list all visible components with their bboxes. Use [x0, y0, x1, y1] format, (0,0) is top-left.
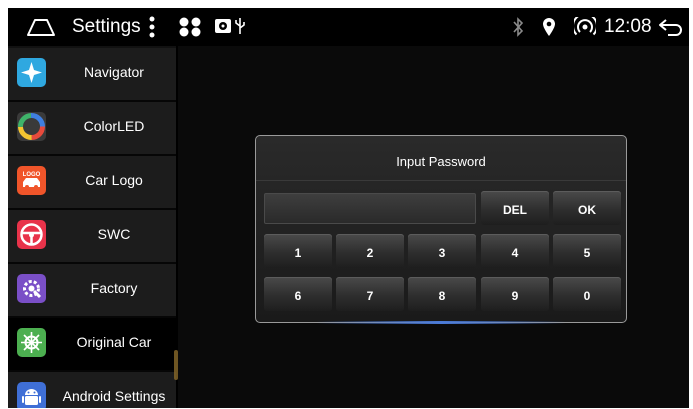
location-icon — [542, 17, 556, 42]
more-vert-icon[interactable] — [148, 16, 156, 43]
sidebar-item-label: Car Logo — [85, 172, 143, 188]
svg-text:LOGO: LOGO — [23, 172, 41, 178]
radio-icon — [214, 17, 232, 40]
key-7[interactable]: 7 — [336, 277, 404, 311]
key-2[interactable]: 2 — [336, 234, 404, 268]
sidebar-item-colorled[interactable]: ColorLED — [8, 102, 176, 156]
sidebar-item-label: Original Car — [76, 334, 152, 350]
clock: 12:08 — [604, 16, 652, 37]
key-5[interactable]: 5 — [553, 234, 621, 268]
dialog-glow — [316, 321, 566, 324]
color-wheel-icon — [17, 112, 46, 141]
sidebar-item-label: Factory — [90, 280, 138, 296]
usb-icon — [234, 17, 246, 40]
original-car-icon — [17, 328, 46, 357]
status-bar: Settings 12:08 — [8, 8, 689, 46]
bluetooth-icon — [511, 17, 525, 42]
sidebar-item-navigator[interactable]: Navigator — [8, 48, 176, 102]
sidebar-item-label: Android Settings — [62, 388, 166, 404]
sidebar-item-original-car[interactable]: Original Car — [8, 318, 176, 372]
sidebar-item-factory[interactable]: Factory — [8, 264, 176, 318]
key-3[interactable]: 3 — [408, 234, 476, 268]
del-key[interactable]: DEL — [481, 191, 549, 225]
sidebar-item-label: ColorLED — [83, 118, 145, 134]
compass-icon — [17, 58, 46, 87]
sidebar-item-car-logo[interactable]: LOGO Car Logo — [8, 156, 176, 210]
app-switch-icon[interactable] — [178, 17, 202, 42]
key-4[interactable]: 4 — [481, 234, 549, 268]
home-icon[interactable] — [26, 17, 56, 42]
key-1[interactable]: 1 — [264, 234, 332, 268]
screen: Settings 12:08 Navigator ColorLED LOGO C… — [8, 8, 689, 408]
factory-gear-icon — [17, 274, 46, 303]
car-logo-icon: LOGO — [17, 166, 46, 195]
key-8[interactable]: 8 — [408, 277, 476, 311]
sidebar: Navigator ColorLED LOGO Car Logo SWC Fac… — [8, 46, 178, 408]
key-0[interactable]: 0 — [553, 277, 621, 311]
sidebar-item-swc[interactable]: SWC — [8, 210, 176, 264]
sidebar-item-android-settings[interactable]: Android Settings — [8, 372, 176, 408]
sidebar-item-label: Navigator — [84, 64, 144, 80]
password-field[interactable] — [264, 193, 476, 224]
dialog-title: Input Password — [396, 154, 486, 169]
back-icon[interactable] — [658, 17, 684, 42]
page-title: Settings — [72, 16, 141, 37]
dialog-divider — [256, 180, 626, 181]
sidebar-item-label: SWC — [97, 226, 131, 242]
hotspot-icon — [572, 13, 598, 42]
password-dialog: Input Password DEL OK 1 2 3 4 5 6 7 8 9 … — [255, 135, 627, 324]
key-9[interactable]: 9 — [481, 277, 549, 311]
android-icon — [17, 382, 46, 408]
steering-wheel-icon — [17, 220, 46, 249]
key-6[interactable]: 6 — [264, 277, 332, 311]
ok-key[interactable]: OK — [553, 191, 621, 225]
